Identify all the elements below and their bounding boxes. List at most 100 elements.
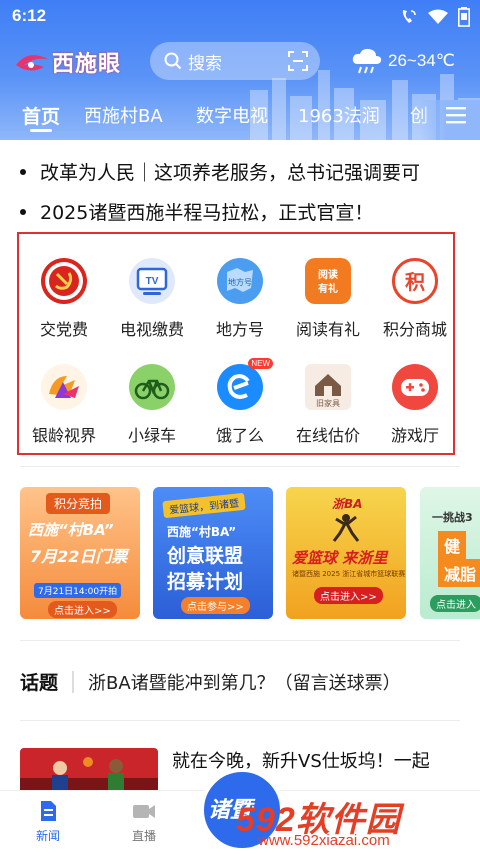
service-reading-gift[interactable]: 阅读 有礼 阅读有礼 <box>285 258 371 340</box>
cloud-rain-icon <box>352 48 382 74</box>
svg-text:阅读: 阅读 <box>318 268 338 281</box>
weather-temperature: 26~34℃ <box>388 51 455 70</box>
local-account-icon: 地方号 <box>217 258 263 304</box>
search-bar[interactable]: 搜索 <box>150 42 320 80</box>
headline-text: 2025诸暨西施半程马拉松，正式官宣！ <box>40 202 374 224</box>
svg-text:TV: TV <box>146 276 159 287</box>
banner-line3: 招募计划 <box>167 571 244 593</box>
banner-title: 西施“村BA” <box>167 525 237 539</box>
tab-home[interactable]: 首页 <box>22 102 60 129</box>
banner-fitness[interactable]: 一挑战3 健 减脂 点击进入 <box>420 487 480 619</box>
channel-tabs: 首页 西施村BA 数字电视 1963法润 创 <box>0 100 480 140</box>
watermark-url: www.592xiazai.com <box>258 832 390 849</box>
banner-cta: 点击进入>> <box>48 601 117 618</box>
nav-label: 直播 <box>131 829 156 843</box>
topic-text: 浙BA诸暨能冲到第几？（留言送球票） <box>88 672 401 694</box>
game-hall-icon <box>392 364 438 410</box>
service-points-mall[interactable]: 积 积分商城 <box>372 258 458 340</box>
points-mall-icon: 积 <box>392 258 438 304</box>
banner-cta: 点击进入 <box>430 595 480 612</box>
service-label: 交党费 <box>39 320 88 339</box>
service-label: 游戏厅 <box>390 426 439 445</box>
service-tv-payment[interactable]: TV 电视缴费 <box>109 258 195 340</box>
banner-title: 爱篮球 来浙里 <box>292 549 388 567</box>
service-bicycle[interactable]: 小绿车 <box>109 364 195 446</box>
banner-subtitle: 7月22日门票 <box>30 547 128 566</box>
service-label: 在线估价 <box>295 426 360 445</box>
nav-live[interactable]: 直播 <box>114 799 174 844</box>
svg-text:积: 积 <box>405 270 425 294</box>
silver-vision-icon <box>41 364 87 410</box>
banner-tag: 一挑战3 <box>432 511 473 524</box>
status-time: 6:12 <box>12 6 47 25</box>
service-silver-vision[interactable]: 银龄视界 <box>21 364 107 446</box>
headline-text: 改革为人民｜这项养老服务，总书记强调要可 <box>40 162 421 184</box>
service-furniture-valuation[interactable]: 旧家具 在线估价 <box>285 364 371 446</box>
wifi-icon <box>428 9 448 24</box>
svg-text:有礼: 有礼 <box>318 282 338 295</box>
wifi-calling-icon <box>402 10 416 23</box>
nav-news[interactable]: 新闻 <box>18 799 78 844</box>
section-divider <box>20 466 460 467</box>
weather-widget[interactable]: 26~34℃ <box>350 46 455 76</box>
bullet-icon <box>20 208 26 215</box>
furniture-valuation-icon: 旧家具 <box>305 364 351 410</box>
banner-cta: 点击参与>> <box>181 597 250 614</box>
header: 6:12 西施眼 搜索 26~34℃ 首页 西施村BA 数字电视 1963法润 … <box>0 0 480 140</box>
service-label: 饿了么 <box>215 426 264 445</box>
party-fee-icon <box>41 258 87 304</box>
logo-eye-icon <box>16 55 48 71</box>
svg-text:旧家具: 旧家具 <box>316 398 340 408</box>
banner-subtitle: 诸暨西施 2025 浙江省城市篮球联赛 <box>292 570 406 578</box>
active-tab-indicator <box>30 129 52 132</box>
bicycle-icon <box>129 364 175 410</box>
bullet-icon <box>20 168 26 175</box>
banner-creative-alliance[interactable]: 爱篮球，到诸暨 西施“村BA” 创意联盟 招募计划 点击参与>> <box>153 487 273 619</box>
eleme-icon: NEW <box>217 358 273 410</box>
status-icons <box>400 7 470 27</box>
new-badge: NEW <box>248 358 273 369</box>
service-label: 阅读有礼 <box>295 320 360 339</box>
service-party-fee[interactable]: 交党费 <box>21 258 107 340</box>
scan-icon[interactable] <box>288 51 308 71</box>
section-divider <box>20 640 460 641</box>
headline-item[interactable]: 2025诸暨西施半程马拉松，正式官宣！ <box>20 198 460 225</box>
news-title[interactable]: 就在今晚，新升VS仕坂坞！一起 <box>172 748 462 776</box>
battery-icon <box>458 7 470 27</box>
service-label: 地方号 <box>215 320 264 339</box>
service-game-hall[interactable]: 游戏厅 <box>372 364 458 446</box>
news-icon <box>41 801 56 821</box>
banner-title: 西施“村BA” <box>28 521 114 539</box>
service-label: 小绿车 <box>127 426 176 445</box>
banner-cta: 点击进入>> <box>314 587 383 604</box>
app-logo[interactable]: 西施眼 <box>14 46 121 78</box>
banner-subtitle: 创意联盟 <box>167 545 244 567</box>
logo-text: 西施眼 <box>52 51 122 77</box>
topic-separator <box>72 670 75 693</box>
svg-text:地方号: 地方号 <box>228 277 252 287</box>
banner-subtitle: 减脂 <box>438 559 480 587</box>
app-screen: 6:12 西施眼 搜索 26~34℃ 首页 西施村BA 数字电视 1963法润 … <box>0 0 480 854</box>
tab-xishi-cunba[interactable]: 西施村BA <box>84 102 163 128</box>
banner-note: 7月21日14:00开拍 <box>34 583 122 598</box>
search-placeholder: 搜索 <box>188 53 222 74</box>
tab-1963-farun[interactable]: 1963法润 <box>298 102 380 128</box>
banner-title: 健 <box>438 531 467 559</box>
banner-tag: 浙BA <box>332 497 363 511</box>
menu-icon[interactable] <box>446 106 466 124</box>
banner-zhe-ba[interactable]: 浙BA 爱篮球 来浙里 诸暨西施 2025 浙江省城市篮球联赛 点击进入>> <box>286 487 406 619</box>
service-label: 银龄视界 <box>31 426 96 445</box>
banner-tag: 爱篮球，到诸暨 <box>162 492 246 519</box>
service-eleme[interactable]: NEW 饿了么 <box>197 358 283 446</box>
service-local-account[interactable]: 地方号 地方号 <box>197 258 283 340</box>
section-divider <box>20 720 460 721</box>
site-watermark: 592软件园 www.592xiazai.com <box>236 792 476 852</box>
tab-digital-tv[interactable]: 数字电视 <box>196 102 268 128</box>
topic-row[interactable]: 话题 浙BA诸暨能冲到第几？（留言送球票） <box>20 668 401 695</box>
status-bar: 6:12 <box>0 0 480 34</box>
headline-item[interactable]: 改革为人民｜这项养老服务，总书记强调要可 <box>20 158 460 185</box>
service-label: 电视缴费 <box>119 320 184 339</box>
reading-gift-icon: 阅读 有礼 <box>305 258 351 304</box>
banner-points-auction[interactable]: 积分竞拍 西施“村BA” 7月22日门票 7月21日14:00开拍 点击进入>> <box>20 487 140 619</box>
tv-payment-icon: TV <box>129 258 175 304</box>
